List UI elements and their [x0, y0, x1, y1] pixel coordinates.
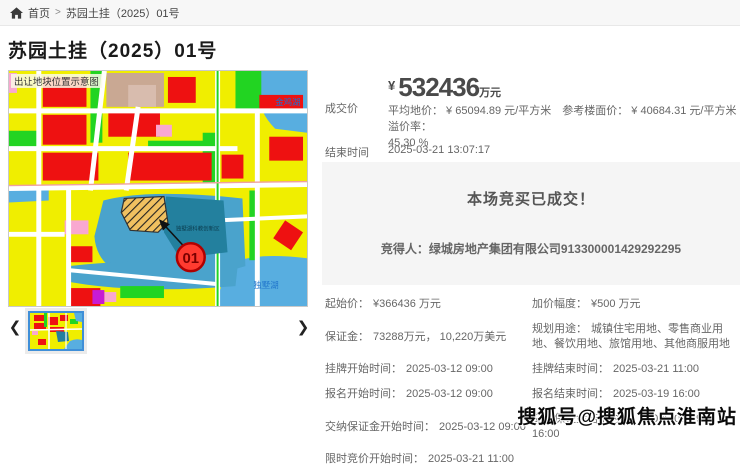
deal-price-value: 532436 [398, 72, 479, 102]
sohu-watermark: 搜狐号@搜狐焦点淮南站 [517, 402, 737, 429]
lake-northeast-label: 金鸡湖 [275, 97, 300, 107]
page-title: 苏园土挂（2025）01号 [8, 36, 568, 63]
deal-price-label: 成交价 [325, 100, 358, 116]
parcel-marker-label: 01 [182, 251, 199, 267]
field-deposit: 保证金：73288万元， 10,220万美元 [325, 325, 532, 350]
metrics-line1: 平均地价： ¥ 65094.89 元/平方米 参考楼面价： ¥ 40684.31… [388, 105, 740, 133]
field-timed-bidding-start: 限时竞价开始时间：2025-03-21 11:00 [325, 447, 532, 472]
home-icon [10, 7, 23, 19]
field-start-price: 起始价：¥366436 万元 [325, 292, 532, 317]
district-label: 独墅湖科教创新区 [176, 224, 220, 232]
field-increment: 加价幅度：¥500 万元 [532, 292, 737, 317]
breadcrumb: 首页 > 苏园土挂（2025）01号 [0, 0, 740, 26]
deal-winner-text: 竞得人：绿城房地产集团有限公司913300001429292295 [322, 240, 740, 257]
auction-fields-grid: 起始价：¥366436 万元 加价幅度：¥500 万元 保证金：73288万元，… [325, 292, 737, 472]
thumbnail-image [30, 313, 82, 349]
auction-details: 成交价 ¥ 532436万元 平均地价： ¥ 65094.89 元/平方米 参考… [322, 70, 740, 432]
thumbnail-tray [25, 308, 87, 354]
land-location-map[interactable]: 01 出让地块位置示意图 金鸡湖 独墅湖 独墅湖科教创新区 [8, 70, 308, 307]
field-listing-end: 挂牌结束时间：2025-03-21 11:00 [532, 357, 737, 382]
field-signup-start: 报名开始时间：2025-03-12 09:00 [325, 382, 532, 407]
page-root: 首页 > 苏园土挂（2025）01号 苏园土挂（2025）01号 [0, 0, 740, 432]
deal-price: ¥ 532436万元 [388, 72, 501, 103]
field-empty [532, 447, 737, 472]
field-planned-use: 规划用途：城镇住宅用地、零售商业用地、餐饮用地、旅馆用地、其他商服用地 [532, 317, 737, 357]
breadcrumb-current: 苏园土挂（2025）01号 [66, 5, 180, 21]
field-deposit-pay-start: 交纳保证金开始时间：2025-03-12 09:00 [325, 415, 532, 440]
map-title-label: 出让地块位置示意图 [14, 76, 99, 88]
deal-price-unit: 万元 [479, 87, 501, 99]
breadcrumb-separator: > [55, 7, 61, 18]
carousel-prev-icon[interactable]: ❮ [7, 317, 23, 339]
field-listing-start: 挂牌开始时间：2025-03-12 09:00 [325, 357, 532, 382]
currency-symbol: ¥ [388, 78, 395, 93]
map-image: 01 出让地块位置示意图 金鸡湖 独墅湖 独墅湖科教创新区 [9, 71, 307, 306]
lake-southeast-label: 独墅湖 [253, 280, 278, 290]
carousel-next-icon[interactable]: ❯ [295, 317, 311, 339]
map-thumbnail[interactable] [28, 311, 84, 351]
end-time-value: 2025-03-21 13:07:17 [388, 144, 490, 156]
end-time-label: 结束时间 [325, 144, 369, 160]
deal-status-text: 本场竞买已成交！ [322, 188, 740, 209]
breadcrumb-home-link[interactable]: 首页 [28, 5, 50, 21]
deal-status-panel: 本场竞买已成交！ 竞得人：绿城房地产集团有限公司9133000014292922… [322, 162, 740, 285]
